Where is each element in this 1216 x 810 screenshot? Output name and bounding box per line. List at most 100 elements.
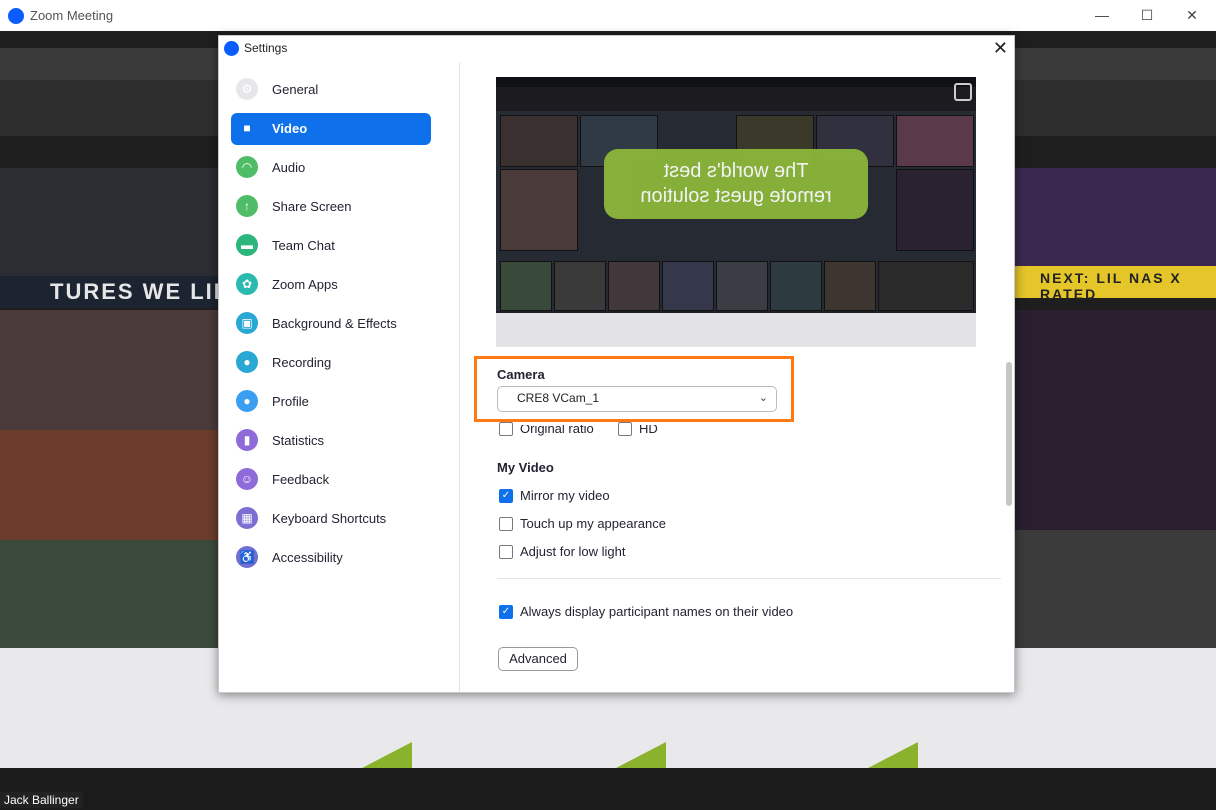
statistics-icon: ▮	[236, 429, 258, 451]
sidebar-item-audio[interactable]: ◠ Audio	[231, 152, 431, 184]
sidebar-item-profile[interactable]: ● Profile	[231, 386, 431, 418]
video-tile	[0, 540, 218, 648]
section-divider	[497, 578, 1001, 579]
sidebar-item-recording[interactable]: ● Recording	[231, 347, 431, 379]
sidebar-item-label: Profile	[272, 394, 309, 409]
zoom-logo-icon	[224, 41, 239, 56]
sidebar-item-feedback[interactable]: ☺ Feedback	[231, 464, 431, 496]
video-tile	[1013, 310, 1216, 530]
preview-tile	[716, 261, 768, 311]
sidebar-item-share-screen[interactable]: ↑ Share Screen	[231, 191, 431, 223]
sidebar-item-label: Audio	[272, 160, 306, 175]
accessibility-icon: ♿	[236, 546, 258, 568]
apps-icon: ✿	[236, 273, 258, 295]
preview-bottom-strip	[496, 313, 976, 347]
sidebar-item-label: Statistics	[272, 433, 325, 448]
sidebar-item-team-chat[interactable]: ▬ Team Chat	[231, 230, 431, 262]
preview-caption-bubble: The world's best remote guest solution	[604, 149, 868, 219]
preview-tile	[500, 261, 552, 311]
close-settings-button[interactable]: ✕	[993, 38, 1008, 59]
chevron-down-icon: ⌄	[758, 392, 768, 404]
window-title-bar: Zoom Meeting — ☐ ✕	[0, 0, 1216, 32]
sidebar-item-video[interactable]: ■ Video	[231, 113, 431, 145]
preview-caption-line2: remote guest solution	[640, 185, 832, 207]
preview-tile	[500, 169, 578, 251]
sidebar-item-label: Team Chat	[272, 238, 335, 253]
original-ratio-label: Original ratio	[520, 421, 594, 436]
sidebar-item-general[interactable]: ⚙ General	[231, 74, 431, 106]
headphones-icon: ◠	[236, 156, 258, 178]
original-ratio-checkbox[interactable]	[499, 422, 513, 436]
sidebar-item-label: Background & Effects	[272, 316, 397, 331]
touch-up-label: Touch up my appearance	[520, 516, 666, 531]
touch-up-checkbox[interactable]	[499, 517, 513, 531]
minimize-button[interactable]: —	[1082, 4, 1122, 26]
preview-tile	[896, 169, 974, 251]
keyboard-icon: ▦	[236, 507, 258, 529]
zoom-logo-icon	[8, 8, 24, 24]
preview-site-nav	[496, 87, 976, 111]
advanced-button[interactable]: Advanced	[498, 647, 578, 671]
green-shape	[362, 742, 412, 768]
profile-icon: ●	[236, 390, 258, 412]
video-tile	[1013, 168, 1216, 266]
background-icon: ▣	[236, 312, 258, 334]
camera-select-value: CRE8 VCam_1	[517, 391, 600, 405]
sidebar-item-label: Zoom Apps	[272, 277, 338, 292]
preview-tile	[554, 261, 606, 311]
meeting-footer	[0, 768, 1216, 810]
feedback-icon: ☺	[236, 468, 258, 490]
display-names-checkbox[interactable]: ✓	[499, 605, 513, 619]
close-window-button[interactable]: ✕	[1172, 4, 1212, 26]
camera-preview: The world's best remote guest solution	[496, 77, 976, 347]
sidebar-item-accessibility[interactable]: ♿ Accessibility	[231, 542, 431, 574]
preview-tile	[608, 261, 660, 311]
video-settings-panel: The world's best remote guest solution C…	[460, 62, 1013, 692]
video-camera-icon: ■	[243, 121, 251, 135]
sidebar-item-background-effects[interactable]: ▣ Background & Effects	[231, 308, 431, 340]
preview-tile	[770, 261, 822, 311]
sidebar-item-label: Video	[272, 121, 308, 136]
video-tile	[0, 310, 218, 430]
settings-title: Settings	[244, 41, 288, 55]
settings-dialog: Settings ✕ ⚙ General ■ Video ◠ Audio ↑ Share Sc…	[218, 35, 1015, 693]
sidebar-item-zoom-apps[interactable]: ✿ Zoom Apps	[231, 269, 431, 301]
settings-scrollbar[interactable]	[1006, 362, 1012, 506]
recording-icon: ●	[236, 351, 258, 373]
hd-checkbox[interactable]	[618, 422, 632, 436]
settings-title-bar: Settings ✕	[219, 36, 1014, 62]
mirror-video-checkbox[interactable]: ✓	[499, 489, 513, 503]
sidebar-item-label: Share Screen	[272, 199, 352, 214]
video-tile	[0, 430, 218, 540]
camera-label: Camera	[497, 367, 545, 382]
window-title: Zoom Meeting	[30, 8, 114, 23]
preview-caption-line1: The world's best	[663, 160, 809, 182]
sidebar-item-keyboard-shortcuts[interactable]: ▦ Keyboard Shortcuts	[231, 503, 431, 535]
low-light-checkbox[interactable]	[499, 545, 513, 559]
maximize-button[interactable]: ☐	[1127, 4, 1167, 26]
preview-tile	[824, 261, 876, 311]
preview-browser-bar	[496, 77, 976, 87]
sidebar-item-label: General	[272, 82, 319, 97]
mirror-video-label: Mirror my video	[520, 488, 610, 503]
low-light-label: Adjust for low light	[520, 544, 626, 559]
green-shape	[868, 742, 918, 768]
preview-tile	[878, 261, 974, 311]
rotate-camera-icon[interactable]	[954, 83, 972, 101]
preview-tile	[896, 115, 974, 167]
display-names-label: Always display participant names on thei…	[520, 604, 794, 619]
camera-select[interactable]: CRE8 VCam_1 ⌄	[497, 386, 777, 412]
share-screen-icon: ↑	[236, 195, 258, 217]
my-video-heading: My Video	[497, 460, 554, 475]
sidebar-item-label: Accessibility	[272, 550, 343, 565]
chat-icon: ▬	[236, 234, 258, 256]
marquee-text-right: NEXT: LIL NAS X RATED	[1040, 270, 1182, 302]
sidebar-item-label: Keyboard Shortcuts	[272, 511, 387, 526]
sidebar-item-label: Recording	[272, 355, 332, 370]
preview-tile	[500, 115, 578, 167]
sidebar-item-label: Feedback	[272, 472, 330, 487]
sidebar-item-statistics[interactable]: ▮ Statistics	[231, 425, 431, 457]
preview-tile	[662, 261, 714, 311]
settings-sidebar: ⚙ General ■ Video ◠ Audio ↑ Share Screen ▬ Team C…	[219, 62, 460, 692]
video-tile	[0, 168, 218, 276]
